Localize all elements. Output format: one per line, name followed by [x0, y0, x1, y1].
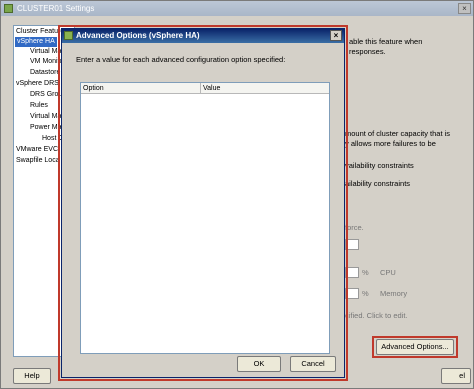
cpu-label: CPU — [380, 268, 396, 277]
tree-item-vsphere-drs[interactable]: vSphere DRS — [16, 79, 59, 89]
failover-hosts-line: cified. Click to edit. — [345, 311, 408, 320]
column-header-option[interactable]: Option — [81, 83, 201, 94]
tree-item-vsphere-ha[interactable]: vSphere HA — [15, 37, 57, 47]
dialog-title: Advanced Options (vSphere HA) — [76, 31, 200, 40]
tree-item-power-management[interactable]: Power Ma — [30, 123, 62, 133]
tree-item-datastore-heartbeating[interactable]: Datastore — [30, 68, 60, 78]
advanced-options-grid[interactable]: Option Value — [80, 82, 330, 354]
close-icon[interactable]: × — [458, 3, 471, 14]
cpu-percent-unit: % — [362, 268, 369, 277]
tree-item-virtual-machine-options[interactable]: Virtual Ma — [30, 47, 61, 57]
tree-item-swapfile-location[interactable]: Swapfile Loca — [16, 156, 60, 166]
window-title-bar: CLUSTER01 Settings × — [1, 1, 473, 16]
dialog-ok-button[interactable]: OK — [237, 356, 281, 372]
admission-option-enable[interactable]: ailability constraints — [345, 179, 410, 189]
vsphere-ha-icon — [64, 31, 73, 40]
help-button[interactable]: Help — [13, 368, 51, 384]
ha-description-line2: responses. — [349, 47, 386, 56]
tree-item-virtual-machine-options-drs[interactable]: Virtual Ma — [30, 112, 61, 122]
grid-header: Option Value — [81, 83, 329, 94]
ha-description-line1: able this feature when — [349, 37, 423, 46]
memory-percent-unit: % — [362, 289, 369, 298]
outer-cancel-button[interactable]: el — [441, 368, 471, 384]
cluster-settings-window: CLUSTER01 Settings × Cluster Features vS… — [0, 0, 474, 389]
dialog-close-icon[interactable]: × — [330, 30, 342, 41]
tree-item-vmware-evc[interactable]: VMware EVC — [16, 145, 58, 155]
dialog-prompt: Enter a value for each advanced configur… — [76, 55, 286, 64]
column-header-value[interactable]: Value — [201, 83, 329, 94]
dialog-title-bar: Advanced Options (vSphere HA) × — [62, 29, 344, 43]
admission-option-disable[interactable]: vailability constraints — [345, 161, 414, 171]
cluster-icon — [4, 4, 13, 13]
tree-item-rules[interactable]: Rules — [30, 101, 48, 111]
window-title: CLUSTER01 Settings — [17, 4, 95, 13]
advanced-options-button[interactable]: Advanced Options... — [376, 339, 454, 355]
admission-description-line1: mount of cluster capacity that is — [345, 129, 451, 138]
memory-label: Memory — [380, 289, 408, 298]
admission-description-line2: y allows more failures to be — [345, 139, 436, 148]
dialog-cancel-button[interactable]: Cancel — [290, 356, 336, 372]
advanced-options-dialog: Advanced Options (vSphere HA) × Enter a … — [61, 28, 345, 378]
